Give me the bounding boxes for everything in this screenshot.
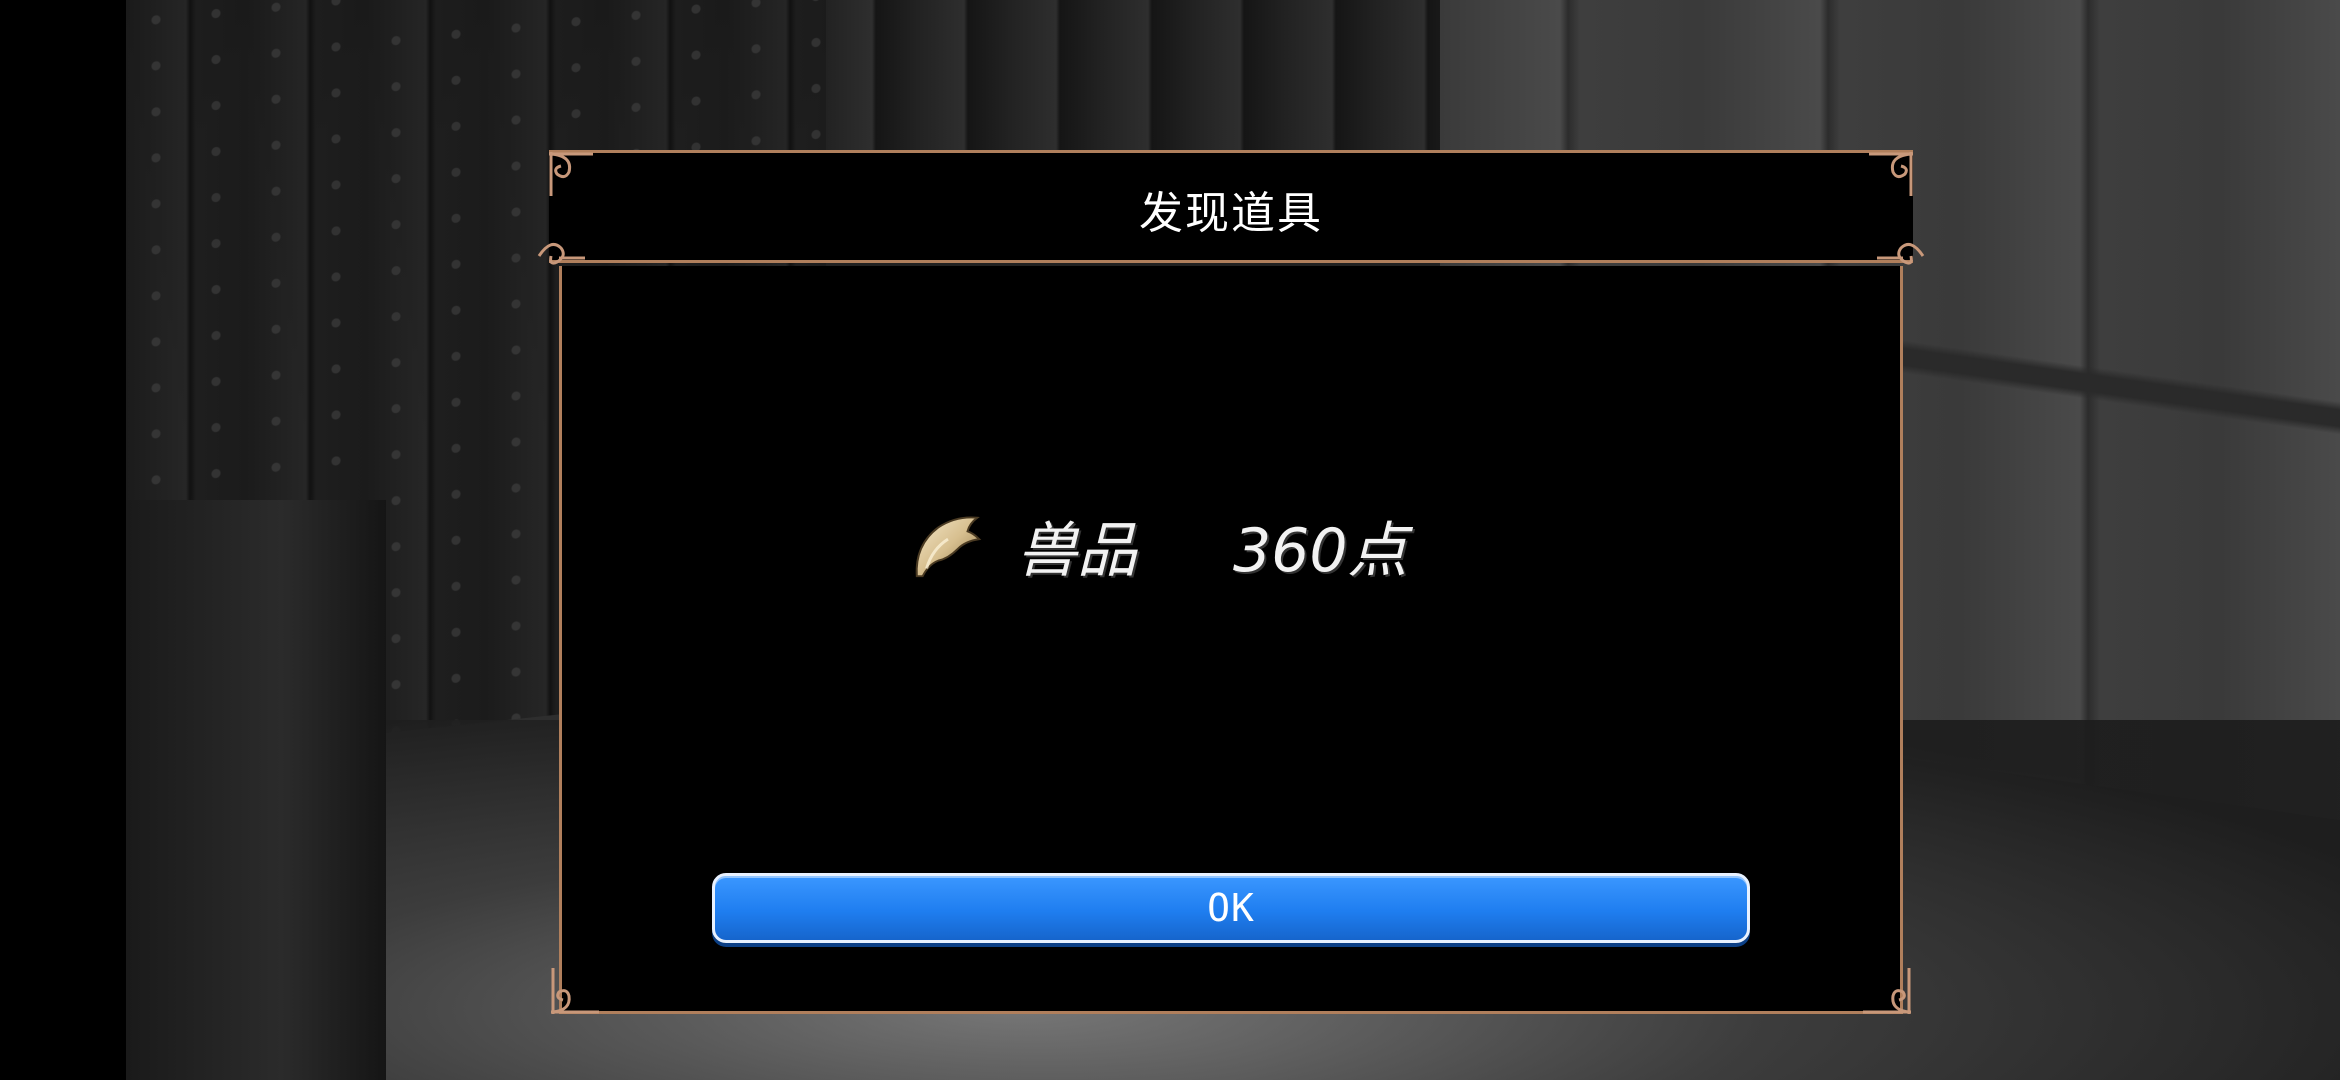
wooden-post [126, 500, 386, 1080]
dialog-title: 发现道具 [1139, 188, 1323, 239]
corner-ornament-icon [531, 228, 587, 284]
claw-icon [909, 506, 987, 584]
item-found-dialog: 发现道具 兽品 360点 OK [537, 150, 1925, 1014]
back-wall [826, 0, 1506, 160]
item-amount: 360点 [1233, 515, 1408, 586]
found-item-row: 兽品 360点 [909, 500, 1408, 590]
dialog-title-bar: 发现道具 [549, 150, 1913, 263]
game-screen: 发现道具 兽品 360点 OK [0, 0, 2340, 1080]
ok-button-label: OK [1207, 886, 1255, 930]
ok-button[interactable]: OK [712, 873, 1750, 943]
corner-ornament-icon [545, 964, 601, 1020]
item-name: 兽品 [1017, 515, 1137, 586]
corner-ornament-icon [1863, 146, 1919, 202]
corner-ornament-icon [543, 146, 599, 202]
corner-ornament-icon [1861, 964, 1917, 1020]
corner-ornament-icon [1875, 228, 1931, 284]
letterbox-bar [0, 0, 126, 1080]
